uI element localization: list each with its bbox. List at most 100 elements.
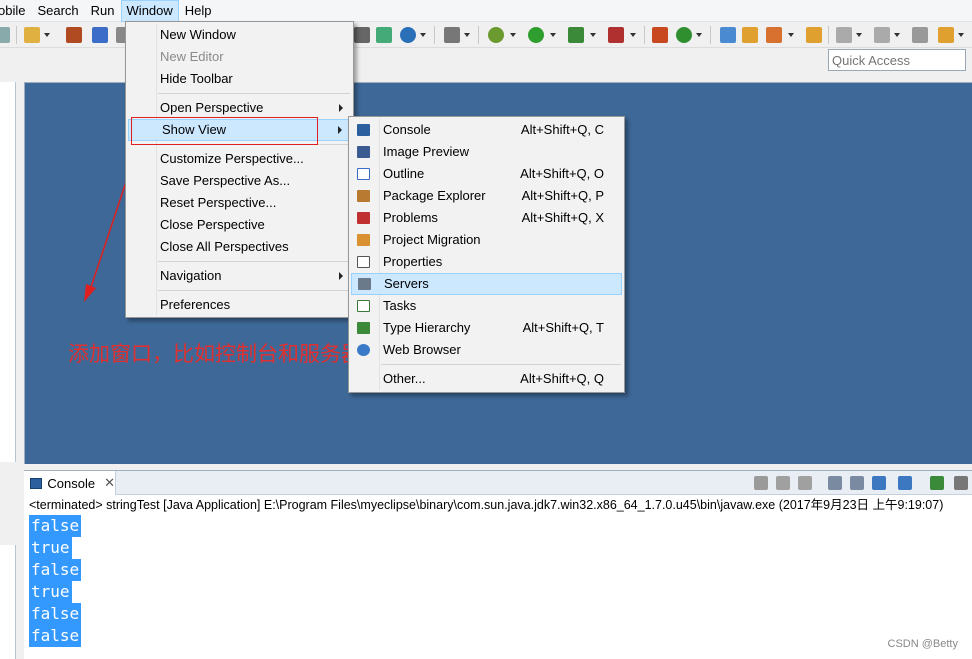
output-line: false <box>29 625 82 647</box>
type-hierarchy-icon <box>357 322 370 334</box>
menu-item-hide-toolbar[interactable]: Hide Toolbar <box>126 68 353 90</box>
console-icon <box>357 124 370 136</box>
watermark: CSDN @Betty <box>887 638 958 650</box>
output-line: false <box>29 515 82 537</box>
package-icon[interactable] <box>66 27 82 43</box>
view-item-properties[interactable]: Properties <box>349 251 624 273</box>
menu-window[interactable]: Window <box>120 0 179 22</box>
publish-icon[interactable] <box>376 27 392 43</box>
menu-item-save-perspective-as[interactable]: Save Perspective As... <box>126 170 353 192</box>
toolbar-icon[interactable] <box>354 27 370 43</box>
toolbar-separator <box>434 26 435 44</box>
view-item-label: Project Migration <box>383 232 481 247</box>
output-line: false <box>29 559 82 581</box>
annotation-highlight-box <box>131 117 318 145</box>
package-explorer-icon <box>357 190 370 202</box>
output-line: false <box>29 603 82 625</box>
menu-help[interactable]: Help <box>179 0 218 22</box>
terminate-icon[interactable] <box>754 476 768 490</box>
dropdown-icon[interactable] <box>894 33 900 37</box>
clear-console-icon[interactable] <box>828 476 842 490</box>
menu-item-close-all-perspectives[interactable]: Close All Perspectives <box>126 236 353 258</box>
toolbar-separator <box>644 26 645 44</box>
run-server-icon[interactable] <box>608 27 624 43</box>
gift-icon[interactable] <box>652 27 668 43</box>
minimize-icon[interactable] <box>954 476 968 490</box>
console-output[interactable]: false true false true false false <box>24 515 972 659</box>
view-item-tasks[interactable]: Tasks <box>349 295 624 317</box>
submenu-arrow-icon <box>338 126 342 134</box>
word-wrap-icon[interactable] <box>872 476 886 490</box>
view-item-outline[interactable]: Outline Alt+Shift+Q, O <box>349 163 624 185</box>
dropdown-icon[interactable] <box>420 33 426 37</box>
remove-all-icon[interactable] <box>798 476 812 490</box>
dropdown-icon[interactable] <box>788 33 794 37</box>
new-project-icon[interactable] <box>676 27 692 43</box>
view-item-type-hierarchy[interactable]: Type Hierarchy Alt+Shift+Q, T <box>349 317 624 339</box>
dropdown-icon[interactable] <box>590 33 596 37</box>
view-item-servers[interactable]: Servers <box>351 273 622 295</box>
class-icon[interactable] <box>92 27 108 43</box>
run-icon[interactable] <box>528 27 544 43</box>
search-folder-icon[interactable] <box>806 27 822 43</box>
menu-run[interactable]: Run <box>85 0 121 22</box>
view-item-console[interactable]: Console Alt+Shift+Q, C <box>349 119 624 141</box>
view-item-label: Problems <box>383 210 438 225</box>
arrow-icon[interactable] <box>0 27 10 43</box>
view-item-web-browser[interactable]: Web Browser <box>349 339 624 361</box>
scroll-lock-icon[interactable] <box>850 476 864 490</box>
dropdown-icon[interactable] <box>464 33 470 37</box>
outline-icon <box>357 168 370 180</box>
view-item-image-preview[interactable]: Image Preview <box>349 141 624 163</box>
remove-launch-icon[interactable] <box>776 476 790 490</box>
console-icon <box>30 477 43 489</box>
view-item-other[interactable]: Other... Alt+Shift+Q, Q <box>349 368 624 390</box>
last-edit-icon[interactable] <box>912 27 928 43</box>
dropdown-icon[interactable] <box>958 33 964 37</box>
pencil-icon[interactable] <box>766 27 782 43</box>
view-item-project-migration[interactable]: Project Migration <box>349 229 624 251</box>
show-console-icon[interactable] <box>898 476 912 490</box>
view-item-problems[interactable]: Problems Alt+Shift+Q, X <box>349 207 624 229</box>
dropdown-icon[interactable] <box>856 33 862 37</box>
menu-item-customize-perspective[interactable]: Customize Perspective... <box>126 148 353 170</box>
open-type-icon[interactable] <box>720 27 736 43</box>
camera-icon[interactable] <box>444 27 460 43</box>
menu-item-label: Navigation <box>160 268 222 283</box>
view-item-shortcut: Alt+Shift+Q, T <box>522 320 604 335</box>
quick-access-input[interactable] <box>828 49 966 71</box>
menu-mobile[interactable]: obile <box>0 0 31 22</box>
new-wizard-icon[interactable] <box>24 27 40 43</box>
menu-item-close-perspective[interactable]: Close Perspective <box>126 214 353 236</box>
run-external-icon[interactable] <box>568 27 584 43</box>
menu-item-new-window[interactable]: New Window <box>126 24 353 46</box>
menu-item-new-editor: New Editor <box>160 49 224 64</box>
dropdown-icon[interactable] <box>696 33 702 37</box>
close-icon[interactable]: ✕ <box>104 475 115 491</box>
tab-console[interactable]: Console ✕ <box>24 471 116 495</box>
back-icon[interactable] <box>938 27 954 43</box>
menu-item-reset-perspective[interactable]: Reset Perspective... <box>126 192 353 214</box>
view-item-package-explorer[interactable]: Package Explorer Alt+Shift+Q, P <box>349 185 624 207</box>
dropdown-icon[interactable] <box>510 33 516 37</box>
view-item-label: Outline <box>383 166 425 181</box>
menu-item-preferences[interactable]: Preferences <box>126 294 353 316</box>
previous-annotation-icon[interactable] <box>874 27 890 43</box>
menu-item-navigation[interactable]: Navigation <box>126 265 353 287</box>
globe-icon[interactable] <box>400 27 416 43</box>
pin-console-icon[interactable] <box>930 476 944 490</box>
view-item-label: Servers <box>384 276 429 291</box>
dropdown-icon[interactable] <box>44 33 50 37</box>
menu-search[interactable]: Search <box>31 0 84 22</box>
open-folder-icon[interactable] <box>742 27 758 43</box>
view-item-label: Other... <box>383 371 426 386</box>
toolbar-separator <box>478 26 479 44</box>
dropdown-icon[interactable] <box>550 33 556 37</box>
view-item-shortcut: Alt+Shift+Q, C <box>520 122 604 137</box>
dropdown-icon[interactable] <box>630 33 636 37</box>
menu-item-open-perspective[interactable]: Open Perspective <box>126 97 353 119</box>
output-line: true <box>29 581 72 603</box>
properties-icon <box>357 256 370 268</box>
debug-icon[interactable] <box>488 27 504 43</box>
next-annotation-icon[interactable] <box>836 27 852 43</box>
